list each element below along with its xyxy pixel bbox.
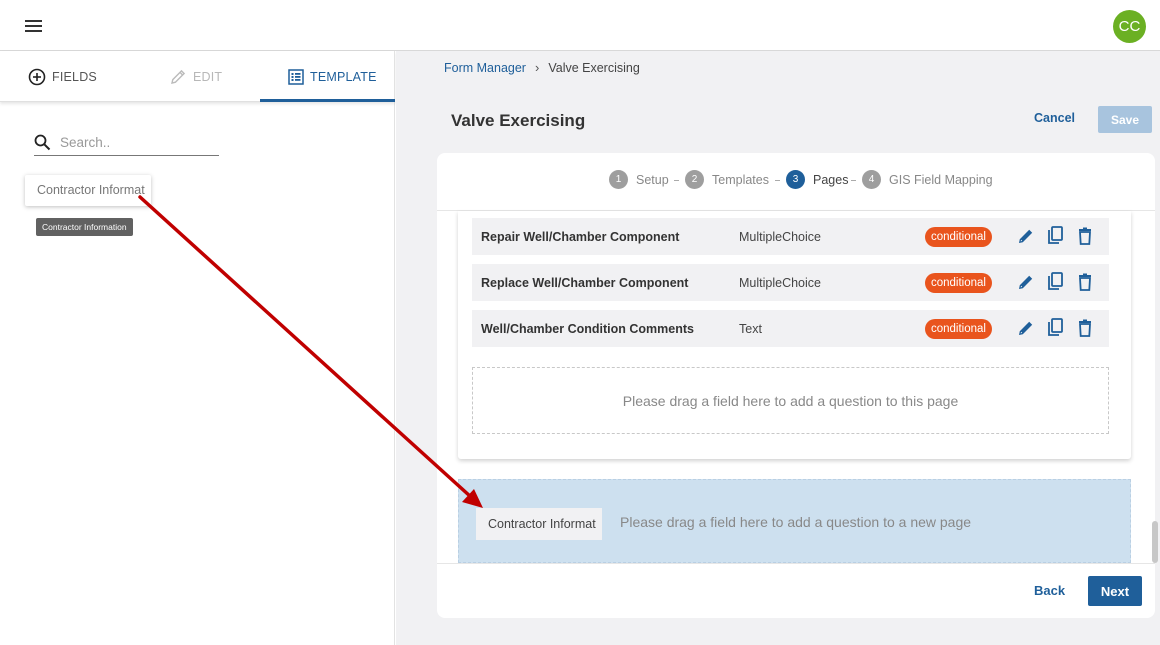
new-page-dropzone-text: Please drag a field here to add a questi…: [620, 514, 972, 530]
conditional-badge: conditional: [925, 272, 992, 293]
new-page-dropzone[interactable]: Contractor Informat Please drag a field …: [458, 479, 1131, 563]
search-icon: [34, 134, 51, 155]
active-tab-indicator: [260, 99, 395, 102]
trash-icon[interactable]: [1075, 318, 1095, 338]
list-icon: [288, 68, 304, 85]
trash-icon[interactable]: [1075, 272, 1095, 292]
step-divider: [674, 180, 679, 181]
copy-icon[interactable]: [1046, 318, 1066, 338]
tab-edit-label: EDIT: [193, 69, 223, 84]
question-row[interactable]: Well/Chamber Condition Comments Text con…: [472, 310, 1109, 347]
step-pages[interactable]: 3 Pages: [786, 170, 848, 189]
copy-icon[interactable]: [1046, 226, 1066, 246]
tab-fields-label: FIELDS: [52, 69, 97, 84]
tooltip: Contractor Information: [36, 218, 133, 236]
back-button[interactable]: Back: [1034, 583, 1065, 598]
step-divider: [775, 180, 780, 181]
footer-divider: [437, 563, 1155, 564]
step-gis-field-mapping[interactable]: 4 GIS Field Mapping: [862, 170, 993, 189]
menu-icon[interactable]: [25, 20, 42, 33]
breadcrumb-current: Valve Exercising: [548, 60, 640, 75]
page-title: Valve Exercising: [451, 111, 586, 130]
breadcrumb-form-manager[interactable]: Form Manager: [444, 61, 526, 75]
copy-icon[interactable]: [1046, 272, 1066, 292]
edit-icon[interactable]: [1016, 318, 1036, 338]
wizard-card: 1 Setup 2 Templates 3 Pages 4 GIS Field …: [437, 153, 1155, 618]
main-content: Form Manager › Valve Exercising Valve Ex…: [396, 51, 1160, 645]
pencil-icon: [170, 68, 187, 85]
save-button[interactable]: Save: [1098, 106, 1152, 133]
next-button[interactable]: Next: [1088, 576, 1142, 606]
scrollbar[interactable]: [1152, 521, 1158, 563]
panel-tabs: FIELDS EDIT TEMPLATE: [0, 51, 395, 102]
page-questions-panel: Repair Well/Chamber Component MultipleCh…: [458, 211, 1131, 459]
question-row[interactable]: Repair Well/Chamber Component MultipleCh…: [472, 218, 1109, 255]
step-templates[interactable]: 2 Templates: [685, 170, 769, 189]
breadcrumb: Form Manager › Valve Exercising: [444, 60, 640, 75]
question-row[interactable]: Replace Well/Chamber Component MultipleC…: [472, 264, 1109, 301]
top-bar: CC: [0, 0, 1160, 51]
page-dropzone[interactable]: Please drag a field here to add a questi…: [472, 367, 1109, 434]
step-setup[interactable]: 1 Setup: [609, 170, 669, 189]
tab-template[interactable]: TEMPLATE: [288, 51, 377, 102]
edit-icon[interactable]: [1016, 272, 1036, 292]
cancel-button[interactable]: Cancel: [1034, 111, 1075, 125]
stepper: 1 Setup 2 Templates 3 Pages 4 GIS Field …: [437, 153, 1155, 211]
tab-template-label: TEMPLATE: [310, 69, 377, 84]
tab-edit[interactable]: EDIT: [170, 51, 222, 102]
template-item-contractor-information[interactable]: Contractor Informat: [25, 175, 151, 206]
left-panel: FIELDS EDIT TEMPLATE Contractor Informat…: [0, 51, 395, 645]
step-divider: [851, 180, 856, 181]
conditional-badge: conditional: [925, 226, 992, 247]
trash-icon[interactable]: [1075, 226, 1095, 246]
tab-fields[interactable]: FIELDS: [28, 51, 97, 102]
plus-circle-icon: [28, 68, 46, 86]
chevron-right-icon: ›: [534, 60, 540, 75]
avatar[interactable]: CC: [1113, 10, 1146, 43]
search-input[interactable]: [60, 132, 215, 152]
edit-icon[interactable]: [1016, 226, 1036, 246]
conditional-badge: conditional: [925, 318, 992, 339]
dragged-item-contractor-information[interactable]: Contractor Informat: [476, 508, 602, 540]
search-box: [34, 131, 219, 156]
